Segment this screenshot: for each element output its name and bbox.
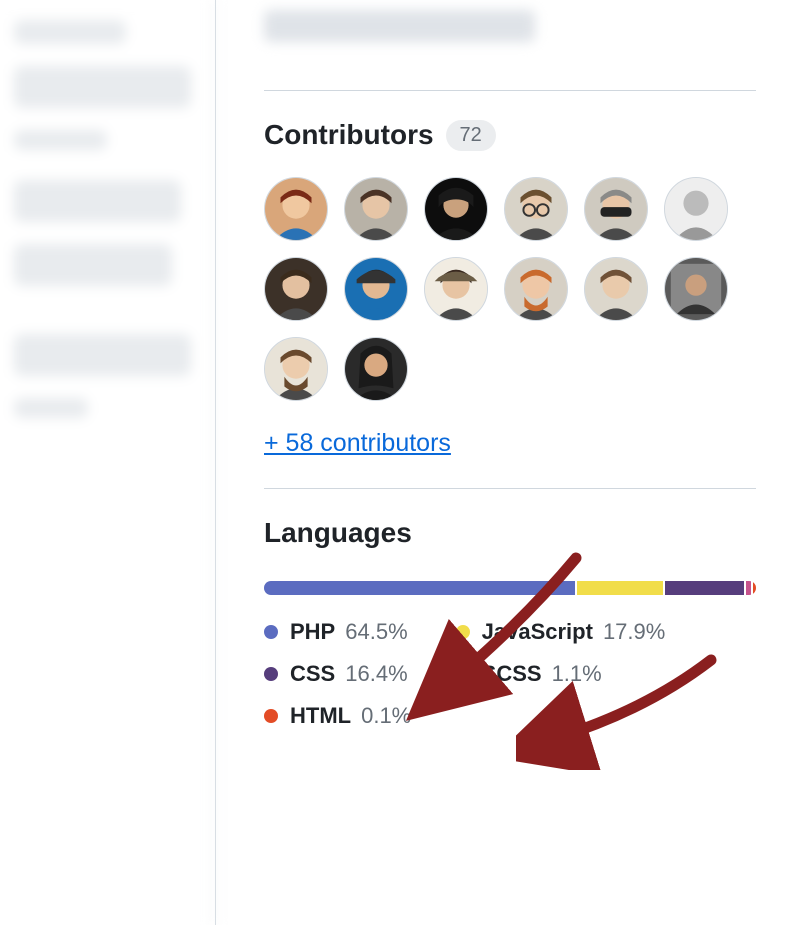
contributor-avatar[interactable]: [344, 257, 408, 321]
languages-section: Languages PHP 64.5% JavaScript 17.9% CSS 16.4…: [264, 488, 756, 729]
contributors-section: Contributors 72 + 58 contributors: [264, 90, 756, 458]
language-percent: 1.1%: [552, 661, 602, 687]
language-bar-segment[interactable]: [753, 581, 756, 595]
contributor-avatar[interactable]: [664, 257, 728, 321]
contributor-avatar[interactable]: [584, 177, 648, 241]
language-item[interactable]: SCSS 1.1%: [456, 661, 602, 687]
contributor-avatar[interactable]: [424, 257, 488, 321]
more-contributors-link[interactable]: + 58 contributors: [264, 429, 451, 458]
contributor-avatar[interactable]: [344, 177, 408, 241]
language-color-dot: [264, 709, 278, 723]
contributor-avatars: [264, 177, 756, 401]
contributor-avatar[interactable]: [264, 257, 328, 321]
language-name: JavaScript: [482, 619, 593, 645]
contributor-avatar[interactable]: [504, 257, 568, 321]
contributor-avatar[interactable]: [584, 257, 648, 321]
contributor-avatar[interactable]: [504, 177, 568, 241]
language-percent: 16.4%: [345, 661, 407, 687]
language-bar-segment[interactable]: [577, 581, 663, 595]
language-percent: 0.1%: [361, 703, 411, 729]
contributors-heading[interactable]: Contributors: [264, 119, 434, 151]
language-percent: 17.9%: [603, 619, 665, 645]
language-name: CSS: [290, 661, 335, 687]
contributor-avatar[interactable]: [344, 337, 408, 401]
language-bar-segment[interactable]: [264, 581, 575, 595]
language-bar-segment[interactable]: [746, 581, 751, 595]
sidebar: [0, 0, 215, 925]
language-percent: 64.5%: [345, 619, 407, 645]
languages-bar[interactable]: [264, 581, 756, 595]
language-color-dot: [264, 625, 278, 639]
language-item[interactable]: JavaScript 17.9%: [456, 619, 666, 645]
languages-heading[interactable]: Languages: [264, 517, 756, 549]
contributor-avatar[interactable]: [424, 177, 488, 241]
contributor-avatar[interactable]: [264, 337, 328, 401]
contributor-avatar[interactable]: [264, 177, 328, 241]
sidebar-panel: Contributors 72 + 58 contributors Langua…: [215, 0, 788, 925]
language-name: PHP: [290, 619, 335, 645]
language-item[interactable]: HTML 0.1%: [264, 703, 411, 729]
language-color-dot: [456, 667, 470, 681]
language-name: HTML: [290, 703, 351, 729]
contributors-count-badge: 72: [446, 120, 496, 151]
prev-section: [264, 0, 756, 60]
contributor-avatar[interactable]: [664, 177, 728, 241]
language-color-dot: [456, 625, 470, 639]
language-name: SCSS: [482, 661, 542, 687]
languages-list: PHP 64.5% JavaScript 17.9% CSS 16.4% SCSS 1.1% H…: [264, 619, 756, 729]
language-color-dot: [264, 667, 278, 681]
language-item[interactable]: CSS 16.4%: [264, 661, 408, 687]
language-bar-segment[interactable]: [665, 581, 744, 595]
language-item[interactable]: PHP 64.5%: [264, 619, 408, 645]
